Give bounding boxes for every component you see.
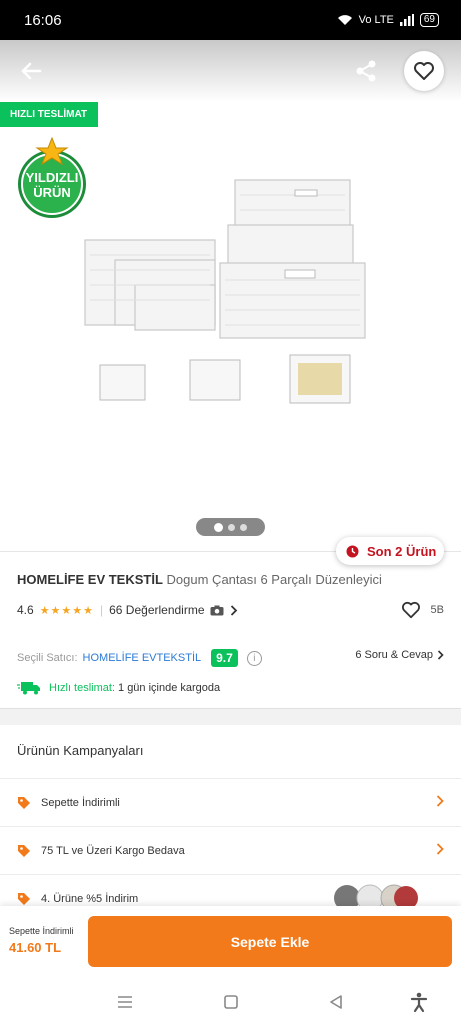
cart-discount-label: Sepette İndirimli	[9, 926, 74, 936]
seller-label: Seçili Satıcı:	[17, 652, 78, 664]
status-icons: Vo LTE 69	[337, 13, 439, 27]
add-to-cart-bar: Sepette İndirimli 41.60 TL Sepete Ekle	[0, 906, 461, 980]
tag-icon	[18, 892, 30, 905]
chevron-right-icon	[436, 795, 444, 807]
section-gap	[0, 708, 461, 725]
low-stock-label: Son 2 Ürün	[367, 543, 437, 559]
chevron-right-icon	[437, 650, 444, 660]
price: 41.60 TL	[9, 940, 62, 955]
info-icon[interactable]: i	[246, 650, 262, 666]
add-to-cart-button[interactable]: Sepete Ekle	[88, 916, 452, 967]
carousel-dot[interactable]	[214, 522, 223, 532]
product-title: HOMELİFE EV TEKSTİL Dogum Çantası 6 Parç…	[17, 572, 382, 587]
carousel-dots[interactable]	[196, 518, 265, 536]
system-nav-bar	[0, 980, 461, 1024]
carousel-dot[interactable]	[240, 523, 247, 531]
carousel-dot[interactable]	[228, 523, 235, 531]
campaign-item[interactable]: 75 TL ve Üzeri Kargo Bedava	[0, 826, 461, 874]
favorite-count-value: 5B	[430, 604, 444, 616]
product-image-carousel[interactable]: HIZLI TESLİMAT YILDIZLI ÜRÜN	[0, 40, 461, 550]
low-stock-badge: Son 2 Ürün	[336, 537, 444, 565]
battery-icon: 69	[419, 13, 439, 27]
favorite-count[interactable]: 5B	[401, 601, 444, 619]
product-name: Dogum Çantası 6 Parçalı Düzenleyici	[166, 572, 382, 587]
campaign-label: 75 TL ve Üzeri Kargo Bedava	[41, 844, 185, 857]
reviews-link[interactable]: 66 Değerlendirme	[109, 603, 204, 617]
camera-icon	[210, 605, 224, 615]
accessibility-icon[interactable]	[407, 990, 431, 1014]
fast-delivery-badge: HIZLI TESLİMAT	[0, 102, 98, 127]
delivery-text: 1 gün içinde kargoda	[118, 682, 221, 694]
rating-value: 4.6	[17, 603, 34, 617]
product-image	[84, 179, 366, 404]
delivery-row: Hızlı teslimat: 1 gün içinde kargoda	[17, 681, 220, 695]
menu-icon[interactable]	[113, 990, 137, 1014]
campaign-item[interactable]: Sepette İndirimli	[0, 778, 461, 826]
separator: |	[100, 603, 104, 617]
top-overlay	[0, 40, 461, 102]
back-arrow-icon[interactable]	[16, 56, 46, 86]
delivery-truck-icon	[17, 682, 40, 695]
back-triangle-icon[interactable]	[324, 990, 348, 1014]
fast-delivery-label: Hızlı teslimat:	[49, 682, 116, 694]
rating-row: 4.6 ★★★★★ | 66 Değerlendirme 5B	[17, 601, 444, 619]
chevron-right-icon[interactable]	[230, 604, 238, 616]
rating-stars: ★★★★★	[39, 604, 94, 617]
campaigns-title: Ürünün Kampanyaları	[17, 743, 144, 758]
qa-link[interactable]: 6 Soru & Cevap	[355, 649, 444, 661]
share-icon[interactable]	[352, 57, 380, 85]
heart-outline-icon[interactable]	[401, 601, 421, 619]
logo-text-top: YILDIZLI	[26, 170, 79, 185]
logo-text-bottom: ÜRÜN	[33, 185, 71, 200]
campaign-label: Sepette İndirimli	[41, 796, 120, 809]
status-bar: 16:06 Vo LTE 69	[0, 0, 461, 40]
tag-icon	[18, 796, 30, 809]
favorite-button[interactable]	[404, 51, 444, 91]
tag-icon	[18, 844, 30, 857]
wifi-icon	[337, 15, 352, 25]
chevron-right-icon	[436, 843, 444, 855]
heart-icon	[414, 62, 434, 80]
home-icon[interactable]	[219, 990, 243, 1014]
qa-label: 6 Soru & Cevap	[355, 649, 433, 661]
status-time: 16:06	[24, 11, 62, 29]
signal-icon	[399, 14, 414, 26]
seller-row: Seçili Satıcı: HOMELİFE EVTEKSTİL 9.7 i …	[17, 649, 444, 667]
network-label: Vo LTE	[358, 14, 394, 26]
seller-name-link[interactable]: HOMELİFE EVTEKSTİL	[83, 652, 202, 664]
product-brand[interactable]: HOMELİFE EV TEKSTİL	[17, 572, 163, 587]
clock-icon	[346, 545, 359, 557]
seller-score-badge: 9.7	[211, 649, 238, 667]
campaign-label: 4. Ürüne %5 İndirim	[41, 892, 139, 905]
